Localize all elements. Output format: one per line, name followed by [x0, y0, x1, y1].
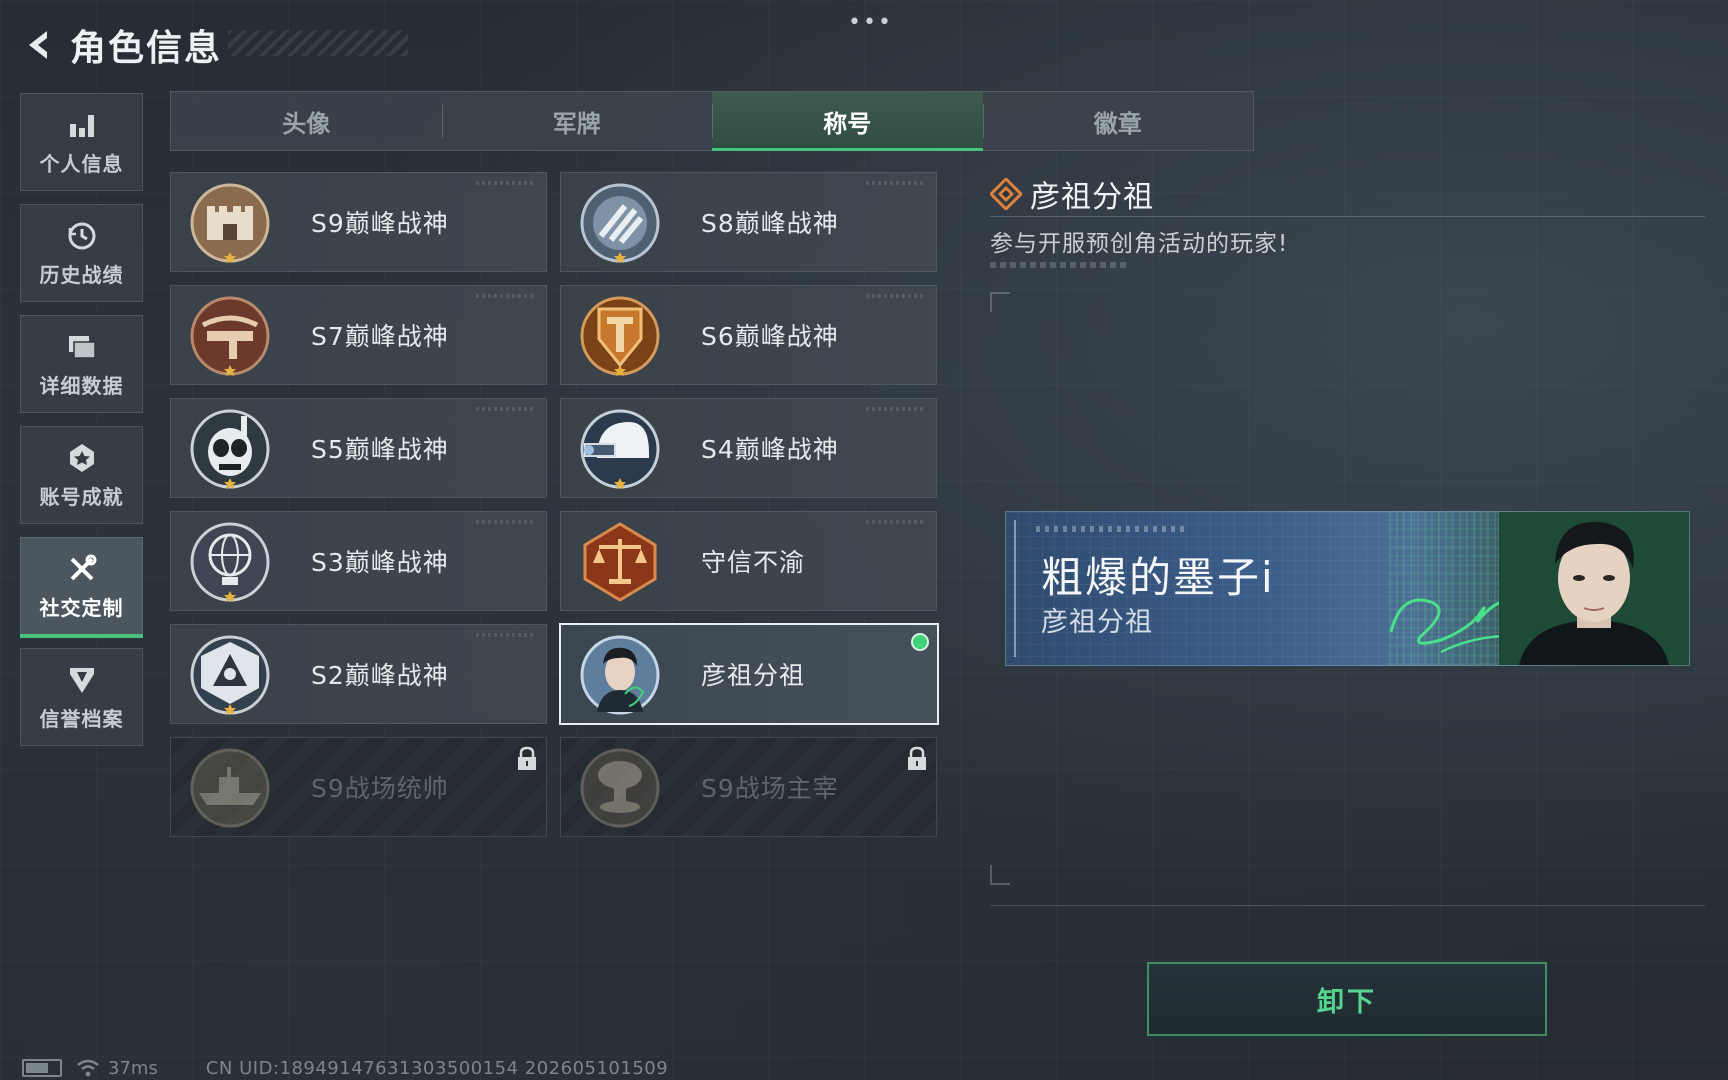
title-name: S2巅峰战神 [311, 661, 449, 690]
status-footer: 37ms CN UID:18949147631303500154 2026051… [22, 1057, 668, 1079]
card-decoration [866, 181, 926, 185]
frame-corner [990, 292, 1010, 312]
nameplate-microtext [1036, 526, 1186, 532]
page-title: 角色信息 [70, 28, 223, 69]
sidebar-item-reputation[interactable]: 信誉档案 [20, 648, 143, 746]
sidebar: 个人信息 历史战绩 详细数据 账号成就 社交定制 信誉档案 [20, 93, 143, 759]
title-name: S4巅峰战神 [701, 435, 839, 464]
card-decoration [476, 633, 536, 637]
title-card[interactable]: S5巅峰战神 [170, 398, 547, 498]
sidebar-item-label: 个人信息 [39, 151, 124, 176]
title-name: S7巅峰战神 [311, 322, 449, 351]
user-uid: CN UID:18949147631303500154 202605101509 [205, 1057, 669, 1079]
sidebar-item-label: 信誉档案 [39, 706, 124, 731]
scales-badge-icon [583, 522, 657, 602]
nameplate-preview: 粗爆的墨子i 彦祖分祖 [1005, 511, 1690, 666]
mushroom-cloud-badge-icon [580, 748, 660, 828]
card-decoration [866, 294, 926, 298]
sidebar-item-label: 账号成就 [39, 484, 124, 509]
player-name: 粗爆的墨子i [1041, 553, 1275, 602]
detail-description: 参与开服预创角活动的玩家! [990, 231, 1289, 257]
title-card[interactable]: S6巅峰战神 [560, 285, 937, 385]
warship-badge-icon [190, 748, 270, 828]
title-card[interactable]: S4巅峰战神 [560, 398, 937, 498]
title-name: 守信不渝 [701, 548, 806, 577]
title-card[interactable]: 守信不渝 [560, 511, 937, 611]
frame-corner [990, 865, 1010, 885]
title-card-locked[interactable]: S9战场主宰 [560, 737, 937, 837]
title-name: S6巅峰战神 [701, 322, 839, 351]
sidebar-item-label: 社交定制 [39, 595, 124, 620]
card-decoration [866, 520, 926, 524]
card-decoration [476, 294, 536, 298]
tools-icon [65, 552, 99, 586]
detail-subtext-decoration [990, 262, 1126, 268]
title-hatch-decoration [228, 30, 408, 56]
card-decoration [476, 407, 536, 411]
unequip-button[interactable]: 卸下 [1147, 962, 1547, 1036]
portrait-image [1499, 512, 1689, 665]
sidebar-item-personal-info[interactable]: 个人信息 [20, 93, 143, 191]
sidebar-item-achievements[interactable]: 账号成就 [20, 426, 143, 524]
tab-avatar[interactable]: 头像 [171, 92, 442, 150]
stripes-badge-icon [580, 183, 660, 263]
lower-divider [990, 905, 1705, 906]
title-card[interactable]: S8巅峰战神 [560, 172, 937, 272]
title-name: S9巅峰战神 [311, 209, 449, 238]
lock-icon [518, 746, 536, 770]
medal-icon [65, 441, 99, 475]
sidebar-item-label: 详细数据 [39, 373, 124, 398]
detail-divider [990, 216, 1705, 217]
customization-tabs: 头像 军牌 称号 徽章 [170, 91, 1254, 151]
crossbow-badge-icon [190, 296, 270, 376]
back-button[interactable] [20, 25, 60, 65]
back-arrow-icon [29, 31, 47, 59]
sidebar-item-detailed-data[interactable]: 详细数据 [20, 315, 143, 413]
title-name: S3巅峰战神 [311, 548, 449, 577]
title-name: S8巅峰战神 [701, 209, 839, 238]
more-menu-dots[interactable]: ••• [848, 10, 893, 35]
title-card-selected[interactable]: 彦祖分祖 [559, 623, 939, 725]
title-name: S9战场主宰 [701, 774, 839, 803]
night-vision-helmet-badge-icon [580, 409, 660, 489]
title-name: S9战场统帅 [311, 774, 449, 803]
t-shield-badge-icon [580, 296, 660, 376]
title-name: S5巅峰战神 [311, 435, 449, 464]
card-decoration [476, 181, 536, 185]
diver-skull-badge-icon [190, 409, 270, 489]
title-card[interactable]: S3巅峰战神 [170, 511, 547, 611]
diamond-icon [990, 178, 1022, 210]
nameplate-bracket [1014, 520, 1026, 657]
bar-chart-icon [65, 108, 99, 142]
clock-icon [65, 219, 99, 253]
ping-value: 37ms [108, 1057, 158, 1079]
tab-dog-tag[interactable]: 军牌 [441, 92, 713, 150]
fortress-badge-icon [190, 183, 270, 263]
battery-icon [22, 1059, 62, 1077]
title-card[interactable]: S9巅峰战神 [170, 172, 547, 272]
globe-badge-icon [190, 522, 270, 602]
sidebar-item-label: 历史战绩 [39, 262, 124, 287]
lock-icon [908, 746, 926, 770]
sidebar-item-history[interactable]: 历史战绩 [20, 204, 143, 302]
portrait-badge-icon [580, 635, 660, 715]
equipped-indicator [911, 633, 929, 651]
title-card[interactable]: S2巅峰战神 [170, 624, 547, 724]
shield-icon [65, 663, 99, 697]
detail-title: 彦祖分祖 [1030, 180, 1154, 215]
triangle-badge-icon [190, 635, 270, 715]
card-decoration [476, 520, 536, 524]
title-card-locked[interactable]: S9战场统帅 [170, 737, 547, 837]
title-card[interactable]: S7巅峰战神 [170, 285, 547, 385]
folder-icon [65, 330, 99, 364]
card-decoration [866, 407, 926, 411]
title-name: 彦祖分祖 [701, 661, 806, 690]
tab-title[interactable]: 称号 [712, 92, 983, 151]
wifi-icon [77, 1059, 99, 1077]
page-header: 角色信息 [20, 22, 223, 69]
nameplate-title: 彦祖分祖 [1041, 607, 1153, 638]
sidebar-item-social-custom[interactable]: 社交定制 [20, 537, 143, 638]
tab-badge[interactable]: 徽章 [982, 92, 1254, 150]
